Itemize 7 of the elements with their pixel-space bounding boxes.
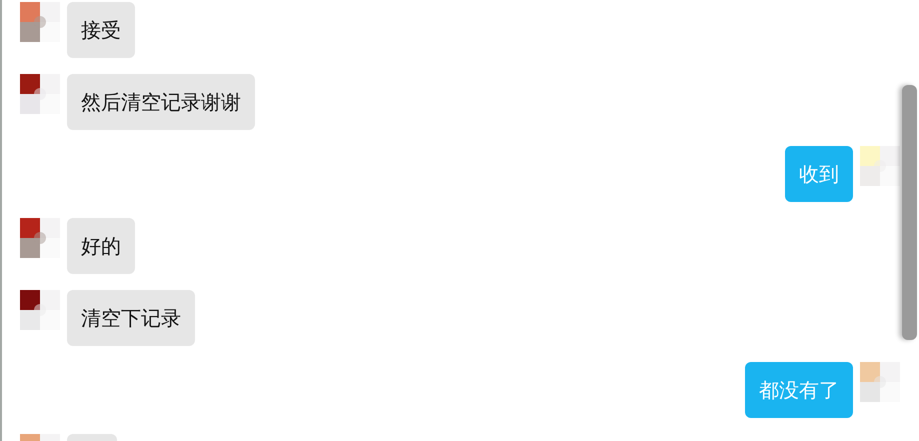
message-bubble: 好的 (67, 218, 135, 274)
message-bubble: 接受 (67, 2, 135, 58)
message-bubble: 清空下记录 (67, 290, 195, 346)
scrollbar-thumb[interactable] (902, 85, 917, 340)
message-bubble: 然后清空记录谢谢 (67, 74, 255, 130)
message-bubble: 收到 (785, 146, 853, 202)
message-bubble: 都没有了 (745, 362, 853, 418)
